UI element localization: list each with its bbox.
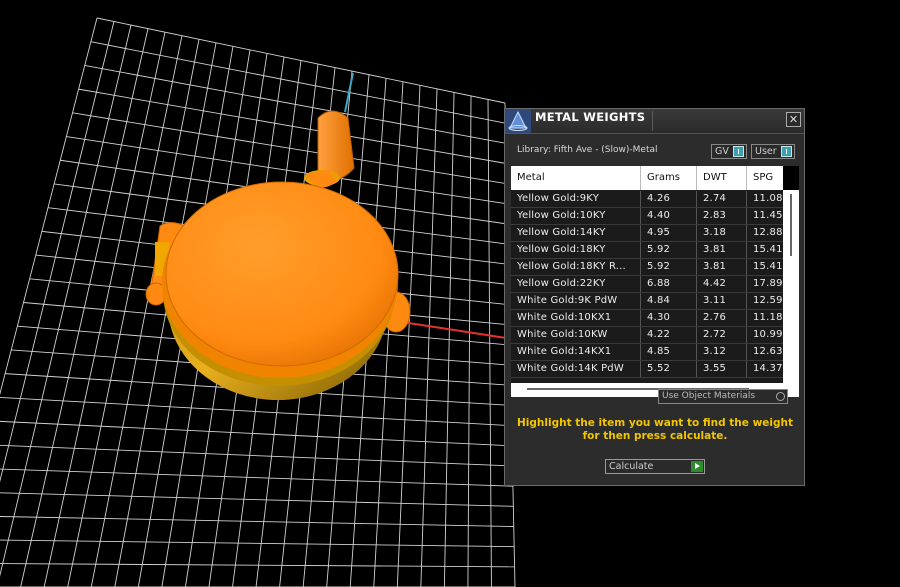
spg-cell: 14.37 [753, 363, 783, 374]
metal-cell: White Gold:9K PdW [511, 293, 641, 309]
spg-cell: 10.99 [753, 329, 783, 340]
metal-cell: Yellow Gold:22KY [511, 276, 641, 292]
table-row[interactable]: Yellow Gold:9KY 4.26 2.74 11.08 [511, 191, 783, 208]
dwt-cell: 3.55 [697, 361, 747, 377]
table-row[interactable]: Yellow Gold:22KY 6.88 4.42 17.89 [511, 276, 783, 293]
grams-cell: 4.22 [641, 327, 697, 343]
gv-toggle-label: GV [715, 146, 729, 157]
spg-cell: 11.08 [753, 193, 783, 204]
instructions-text: Highlight the item you want to find the … [517, 417, 793, 442]
window-title: METAL WEIGHTS [535, 110, 646, 124]
grams-cell: 6.88 [641, 276, 697, 292]
dwt-cell: 2.83 [697, 208, 747, 224]
dwt-cell: 2.72 [697, 327, 747, 343]
table-row[interactable]: White Gold:14K PdW 5.52 3.55 14.37 [511, 361, 783, 378]
table-header: Metal Grams DWT SPG [511, 166, 783, 190]
grams-cell: 4.95 [641, 225, 697, 241]
dwt-cell: 2.76 [697, 310, 747, 326]
calculate-button[interactable]: Calculate [605, 459, 705, 474]
metal-cell: White Gold:14K PdW [511, 361, 641, 377]
column-header-metal[interactable]: Metal [511, 166, 641, 190]
column-header-spg[interactable]: SPG [747, 166, 783, 190]
use-object-materials-option[interactable]: Use Object Materials [658, 389, 788, 404]
spg-cell: 17.89 [753, 278, 783, 289]
title-divider [652, 111, 653, 131]
toggle-switch-icon [733, 146, 744, 157]
table-body: Yellow Gold:9KY 4.26 2.74 11.08 Yellow G… [511, 191, 783, 378]
dwt-cell: 2.74 [697, 191, 747, 207]
metal-cell: White Gold:10KX1 [511, 310, 641, 326]
table-row[interactable]: Yellow Gold:18KY R... 5.92 3.81 15.41 [511, 259, 783, 276]
table-row[interactable]: Yellow Gold:18KY 5.92 3.81 15.41 [511, 242, 783, 259]
vertical-scroll-thumb[interactable] [790, 194, 792, 256]
dwt-cell: 3.81 [697, 242, 747, 258]
column-header-grams[interactable]: Grams [641, 166, 697, 190]
gv-toggle[interactable]: GV [711, 144, 747, 159]
scrollbar-corner [783, 166, 799, 190]
library-label: Library: Fifth Ave - (Slow)-Metal [517, 145, 658, 155]
spg-cell: 11.18 [753, 312, 783, 323]
play-arrow-icon [691, 461, 703, 472]
grams-cell: 4.85 [641, 344, 697, 360]
table-row[interactable]: White Gold:14KX1 4.85 3.12 12.63 [511, 344, 783, 361]
dwt-cell: 3.12 [697, 344, 747, 360]
metal-cell: Yellow Gold:18KY R... [511, 259, 641, 275]
dwt-cell: 4.42 [697, 276, 747, 292]
spg-cell: 15.41 [753, 244, 783, 255]
spg-cell: 12.63 [753, 346, 783, 357]
close-icon[interactable]: ✕ [786, 112, 801, 127]
table-row[interactable]: White Gold:10KX1 4.30 2.76 11.18 [511, 310, 783, 327]
grams-cell: 4.26 [641, 191, 697, 207]
metal-cell: Yellow Gold:9KY [511, 191, 641, 207]
user-toggle[interactable]: User [751, 144, 795, 159]
grams-cell: 5.52 [641, 361, 697, 377]
metal-cell: Yellow Gold:18KY [511, 242, 641, 258]
grams-cell: 5.92 [641, 259, 697, 275]
metals-table[interactable]: Metal Grams DWT SPG Yellow Gold:9KY 4.26… [511, 166, 799, 383]
table-row[interactable]: Yellow Gold:14KY 4.95 3.18 12.88 [511, 225, 783, 242]
metal-cell: Yellow Gold:10KY [511, 208, 641, 224]
table-row[interactable]: Yellow Gold:10KY 4.40 2.83 11.45 [511, 208, 783, 225]
dwt-cell: 3.18 [697, 225, 747, 241]
toggle-switch-icon [781, 146, 792, 157]
metal-cell: White Gold:10KW [511, 327, 641, 343]
dwt-cell: 3.11 [697, 293, 747, 309]
dwt-cell: 3.81 [697, 259, 747, 275]
spg-cell: 15.41 [753, 261, 783, 272]
spg-cell: 12.59 [753, 295, 783, 306]
metal-weights-panel: METAL WEIGHTS ✕ Library: Fifth Ave - (Sl… [504, 108, 805, 486]
table-row[interactable]: White Gold:9K PdW 4.84 3.11 12.59 [511, 293, 783, 310]
table-row[interactable]: White Gold:10KW 4.22 2.72 10.99 [511, 327, 783, 344]
spg-cell: 11.45 [753, 210, 783, 221]
column-header-dwt[interactable]: DWT [697, 166, 747, 190]
user-toggle-label: User [755, 146, 777, 157]
vertical-scrollbar[interactable] [783, 166, 799, 383]
pyramid-app-icon [505, 109, 531, 133]
grams-cell: 4.30 [641, 310, 697, 326]
radio-icon[interactable] [776, 392, 785, 401]
metal-cell: White Gold:14KX1 [511, 344, 641, 360]
use-object-materials-label: Use Object Materials [662, 391, 756, 401]
metal-cell: Yellow Gold:14KY [511, 225, 641, 241]
grams-cell: 5.92 [641, 242, 697, 258]
grams-cell: 4.84 [641, 293, 697, 309]
calculate-label: Calculate [609, 461, 654, 472]
spg-cell: 12.88 [753, 227, 783, 238]
grams-cell: 4.40 [641, 208, 697, 224]
title-bar[interactable]: METAL WEIGHTS ✕ [505, 109, 804, 134]
